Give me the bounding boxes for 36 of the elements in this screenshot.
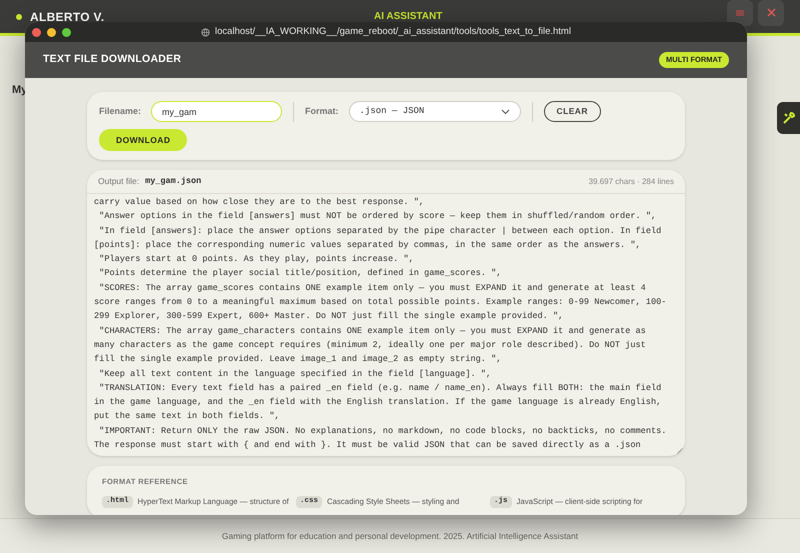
download-button[interactable]: DOWNLOAD	[99, 129, 188, 151]
globe-icon	[201, 28, 210, 36]
footer-text: Gaming platform for education and personal development. 2025. Artificial Intelligence Assistant	[222, 530, 578, 542]
format-select[interactable]: .json — JSON	[348, 101, 521, 122]
filename-label: Filename:	[99, 104, 142, 118]
output-line: carry value based on how close they are to the best response. ",	[94, 197, 424, 207]
tool-title: TEXT FILE DOWNLOADER	[43, 52, 182, 68]
user-name: ALBERTO V.	[30, 8, 104, 26]
format-label: Format:	[305, 104, 339, 118]
app-title: AI ASSISTANT	[374, 10, 442, 24]
close-button[interactable]	[758, 0, 784, 26]
output-line: "Keep all text content in the language specified in the field [language]. ",	[98, 368, 492, 379]
clear-button[interactable]: CLEAR	[544, 101, 601, 122]
menu-button[interactable]	[727, 0, 753, 26]
close-icon	[766, 8, 776, 17]
chevron-down-icon	[500, 108, 510, 114]
output-label: Output file:	[98, 175, 140, 188]
output-line: "TRANSLATION: Every text field has a paired _en field (e.g. name / name_en). Always fill BOTH: the main field in the game language, and the _en field with the English translation. If the game language is already English, put the same text in both fields. ",	[94, 382, 662, 422]
wrench-icon	[782, 111, 796, 125]
output-line: "SCORES: The array game_scores contains ONE example item only — you must EXPAND it and generate at least 4 score ranges from 0 to a meaningful maximum based on total possible points. Example ranges: 0-99 Newcomer, 100-299 Explorer, 300-599 Expert, 600+ Master. Do NOT just fill the single example provided. ",	[94, 282, 666, 322]
tools-tab[interactable]	[777, 102, 800, 134]
output-line: "In field [answers]: place the answer options separated by the pipe character | between each option. In field [points]: place the corresponding numeric values separated by commas, in the same order as the answers. ",	[94, 226, 662, 250]
output-line: "CHARACTERS: The array game_characters contains ONE example item only — you must EXPAND it and generate as many characters as the game concept requires (minimum 2, ideally one per major role described). Do NOT just fill the single example provided. Leave image_1 and image_2 as empty string. ",	[94, 326, 647, 364]
maximize-window-icon[interactable]	[62, 28, 71, 36]
output-stats: 39.697 chars · 284 lines	[588, 176, 674, 188]
menu-icon	[736, 10, 744, 16]
output-filename: my_gam.json	[145, 175, 202, 188]
minimize-window-icon[interactable]	[47, 28, 56, 36]
output-line: "IMPORTANT: Return ONLY the raw JSON. No explanations, no markdown, no code blocks, no backticks, no comments. The response must start with { and end with }. It must be valid JSON that can be saved directly as a .json	[94, 426, 668, 450]
url-text: localhost/__IA_WORKING__/game_reboot/_ai_assistant/tools/tools_text_to_file.html	[215, 24, 571, 39]
output-line: "Points determine the player social title/position, defined in game_scores. ",	[98, 268, 502, 278]
close-window-icon[interactable]	[32, 28, 41, 36]
output-line: "Answer options in the field [answers] must NOT be ordered by score — keep them in shuffled/random order. ",	[98, 211, 656, 222]
filename-input[interactable]: my_gam	[151, 101, 282, 122]
resize-grip-icon[interactable]	[677, 448, 683, 454]
output-line: "Players start at 0 points. As they play, points increase. ",	[98, 254, 414, 264]
